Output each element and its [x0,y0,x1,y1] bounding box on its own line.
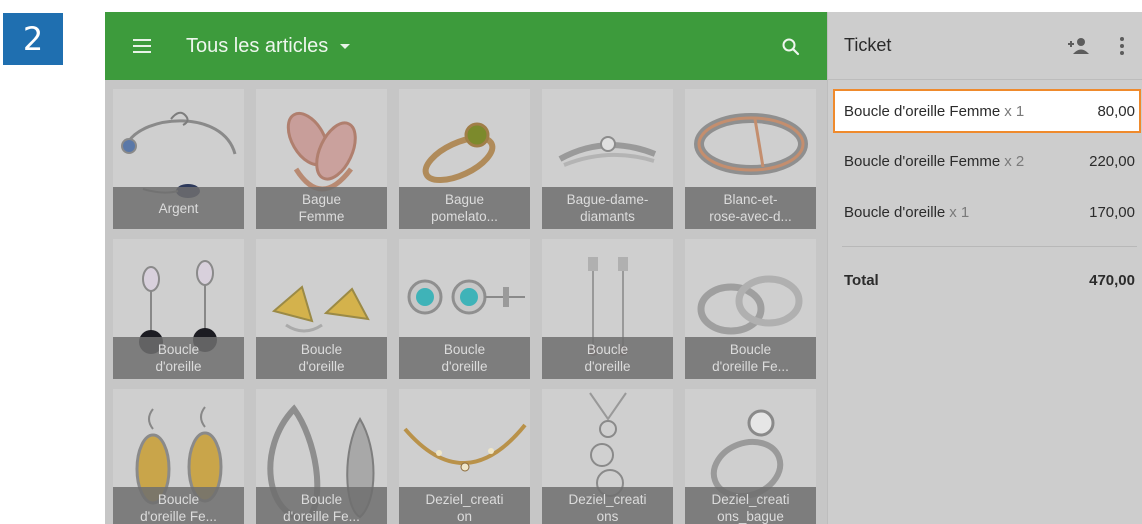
ticket-line[interactable]: Boucle d'oreille Femme x 2 220,00 [833,139,1141,183]
line-item-qty: x 1 [1004,102,1025,120]
ticket-total: Total 470,00 [833,260,1141,300]
item-label: Boucle d'oreille [256,337,387,379]
dropdown-caret-icon[interactable] [340,43,351,49]
step-badge: 2 [3,13,63,65]
category-title[interactable]: Tous les articles [186,35,328,58]
ticket-line[interactable]: Boucle d'oreille x 1 170,00 [833,190,1141,234]
item-tile[interactable]: Boucle d'oreille [399,239,530,379]
item-label: Deziel_creati ons_bague [685,487,816,524]
ticket-divider [842,246,1137,247]
item-label: Boucle d'oreille Fe... [685,337,816,379]
item-tile[interactable]: Boucle d'oreille Fe... [113,389,244,524]
item-tile[interactable]: Boucle d'oreille Fe... [685,239,816,379]
line-item-qty: x 1 [949,203,970,221]
item-tile[interactable]: Deziel_creati ons_bague [685,389,816,524]
item-label: Blanc-et-rose-avec-d... [685,187,816,229]
line-item-name: Boucle d'oreille Femme [844,102,1001,120]
item-label: Boucle d'oreille [113,337,244,379]
item-label: Argent [113,187,244,229]
ticket-header: Ticket [828,12,1142,80]
pos-app: Tous les articles Argent Bague Femme Bag… [105,12,1142,524]
line-item-name: Boucle d'oreille [844,203,946,221]
more-vert-icon[interactable] [1120,37,1124,55]
line-item-price: 170,00 [1089,203,1135,221]
line-item-qty: x 2 [1004,152,1025,170]
item-label: Deziel_creati on [399,487,530,524]
ticket-line[interactable]: Boucle d'oreille Femme x 1 80,00 [833,89,1141,133]
item-label: Bague Femme [256,187,387,229]
item-label: Deziel_creati ons [542,487,673,524]
ticket-title: Ticket [844,35,892,55]
item-tile[interactable]: Boucle d'oreille [256,239,387,379]
line-item-name: Boucle d'oreille Femme [844,152,1001,170]
item-label: Boucle d'oreille Fe... [113,487,244,524]
ticket-panel: Ticket Boucle d'oreille Femme x 1 80,00 … [827,12,1142,524]
item-tile[interactable]: Deziel_creati on [399,389,530,524]
item-label: Boucle d'oreille [542,337,673,379]
toolbar: Tous les articles [105,12,827,80]
search-icon[interactable] [781,37,801,57]
item-label: Boucle d'oreille Fe... [256,487,387,524]
item-tile[interactable]: Blanc-et-rose-avec-d... [685,89,816,229]
menu-icon[interactable] [133,39,151,53]
total-label: Total [844,271,879,289]
item-tile[interactable]: Deziel_creati ons [542,389,673,524]
item-tile[interactable]: Boucle d'oreille Fe... [256,389,387,524]
item-tile[interactable]: Boucle d'oreille [542,239,673,379]
total-value: 470,00 [1089,271,1135,289]
item-label: Bague-dame-diamants [542,187,673,229]
add-customer-icon[interactable] [1066,36,1090,56]
item-tile[interactable]: Argent [113,89,244,229]
item-label: Bague pomelato... [399,187,530,229]
line-item-price: 80,00 [1097,102,1135,120]
item-tile[interactable]: Bague pomelato... [399,89,530,229]
item-tile[interactable]: Boucle d'oreille [113,239,244,379]
item-tile[interactable]: Bague Femme [256,89,387,229]
item-tile[interactable]: Bague-dame-diamants [542,89,673,229]
line-item-price: 220,00 [1089,152,1135,170]
item-label: Boucle d'oreille [399,337,530,379]
